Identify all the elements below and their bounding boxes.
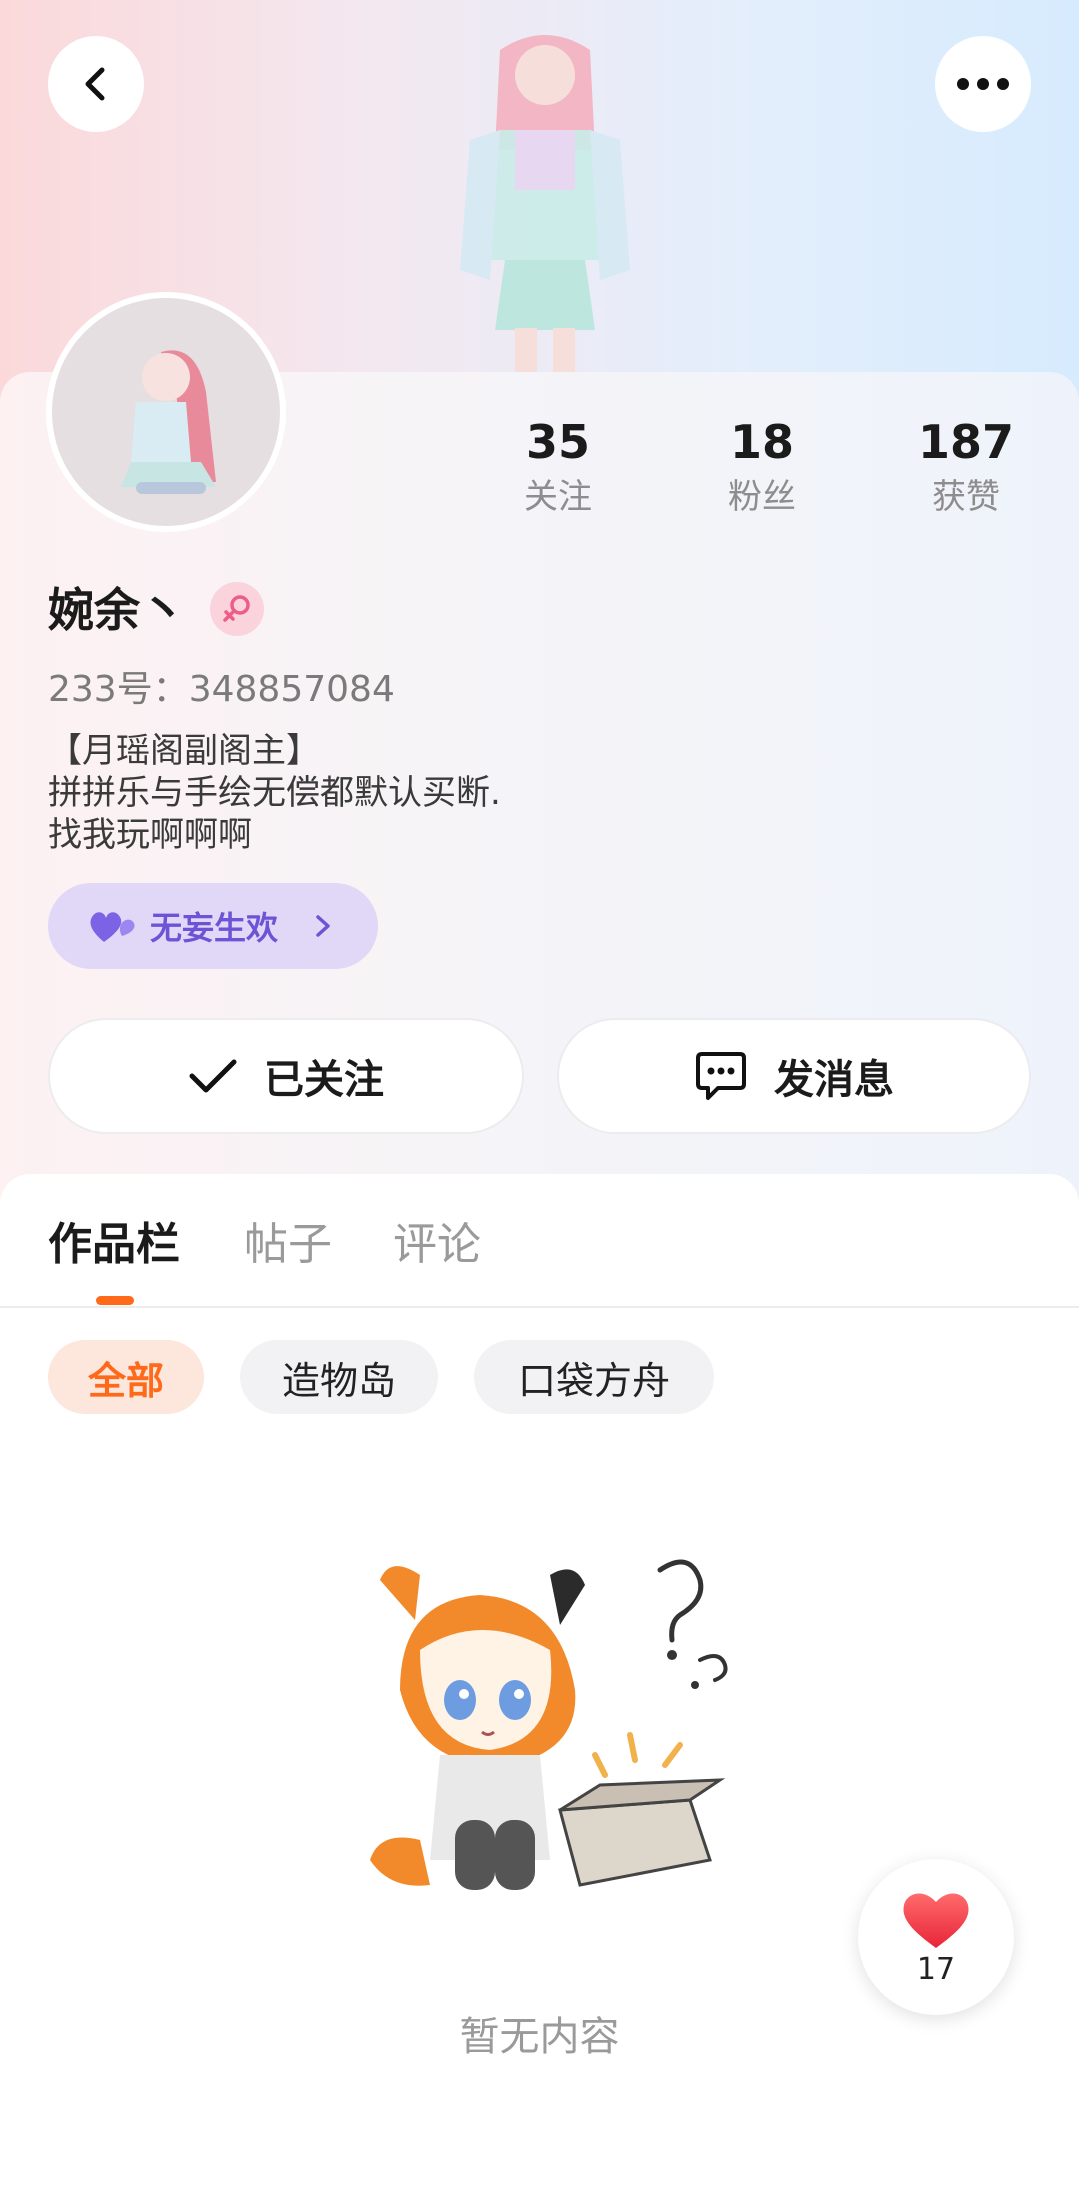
chevron-left-icon: [85, 67, 105, 101]
bio-line: 拼拼乐与手绘无偿都默认买断.: [48, 773, 501, 813]
stat-following-count: 35: [525, 415, 590, 469]
avatar-character-image: [121, 350, 216, 494]
guild-badge[interactable]: 无妄生欢: [48, 883, 378, 969]
chat-bubble-icon: [696, 1052, 746, 1100]
following-button[interactable]: 已关注: [48, 1018, 524, 1134]
back-button[interactable]: [48, 36, 144, 132]
stat-likes-label: 获赞: [932, 477, 1000, 517]
heart-icon: [903, 1893, 969, 1948]
tab-posts[interactable]: 帖子: [244, 1208, 332, 1272]
stat-followers[interactable]: 18 粉丝: [682, 412, 842, 522]
tab-divider: [0, 1306, 1079, 1308]
filter-zaowudao[interactable]: 造物岛: [240, 1340, 438, 1414]
bio-line: 找我玩啊啊啊: [48, 815, 252, 855]
more-dots-icon: [957, 78, 1009, 90]
female-icon: [210, 582, 264, 636]
chevron-right-icon: [316, 915, 330, 937]
filter-koudaifangzhou[interactable]: 口袋方舟: [474, 1340, 714, 1414]
user-bio: 【月瑶阁副阁主】 拼拼乐与手绘无偿都默认买断. 找我玩啊啊啊: [48, 730, 501, 856]
active-tab-indicator: [96, 1296, 134, 1305]
empty-state-illustration: [370, 1559, 728, 1890]
user-name: 婉余丶: [48, 583, 186, 637]
like-button[interactable]: 17: [858, 1859, 1014, 2015]
user-id: 233号：348857084: [48, 669, 395, 710]
message-button[interactable]: 发消息: [557, 1018, 1031, 1134]
stat-following-label: 关注: [524, 477, 592, 517]
guild-name: 无妄生欢: [150, 909, 279, 947]
stat-likes[interactable]: 187 获赞: [886, 412, 1046, 522]
check-icon: [189, 1059, 237, 1093]
stat-followers-count: 18: [729, 415, 794, 469]
avatar[interactable]: [46, 292, 286, 532]
stat-likes-count: 187: [917, 415, 1015, 469]
stat-followers-label: 粉丝: [728, 477, 796, 517]
banner-character-image: [460, 35, 630, 380]
like-count: 17: [916, 1951, 956, 1987]
message-button-label: 发消息: [774, 1057, 894, 1103]
tab-comments[interactable]: 评论: [393, 1208, 481, 1272]
stat-following[interactable]: 35 关注: [478, 412, 638, 522]
heart-icon: [90, 912, 135, 942]
bio-line: 【月瑶阁副阁主】: [48, 731, 320, 771]
more-button[interactable]: [935, 36, 1031, 132]
filter-all[interactable]: 全部: [48, 1340, 204, 1414]
tab-works[interactable]: 作品栏: [48, 1208, 180, 1272]
following-button-label: 已关注: [264, 1057, 384, 1103]
